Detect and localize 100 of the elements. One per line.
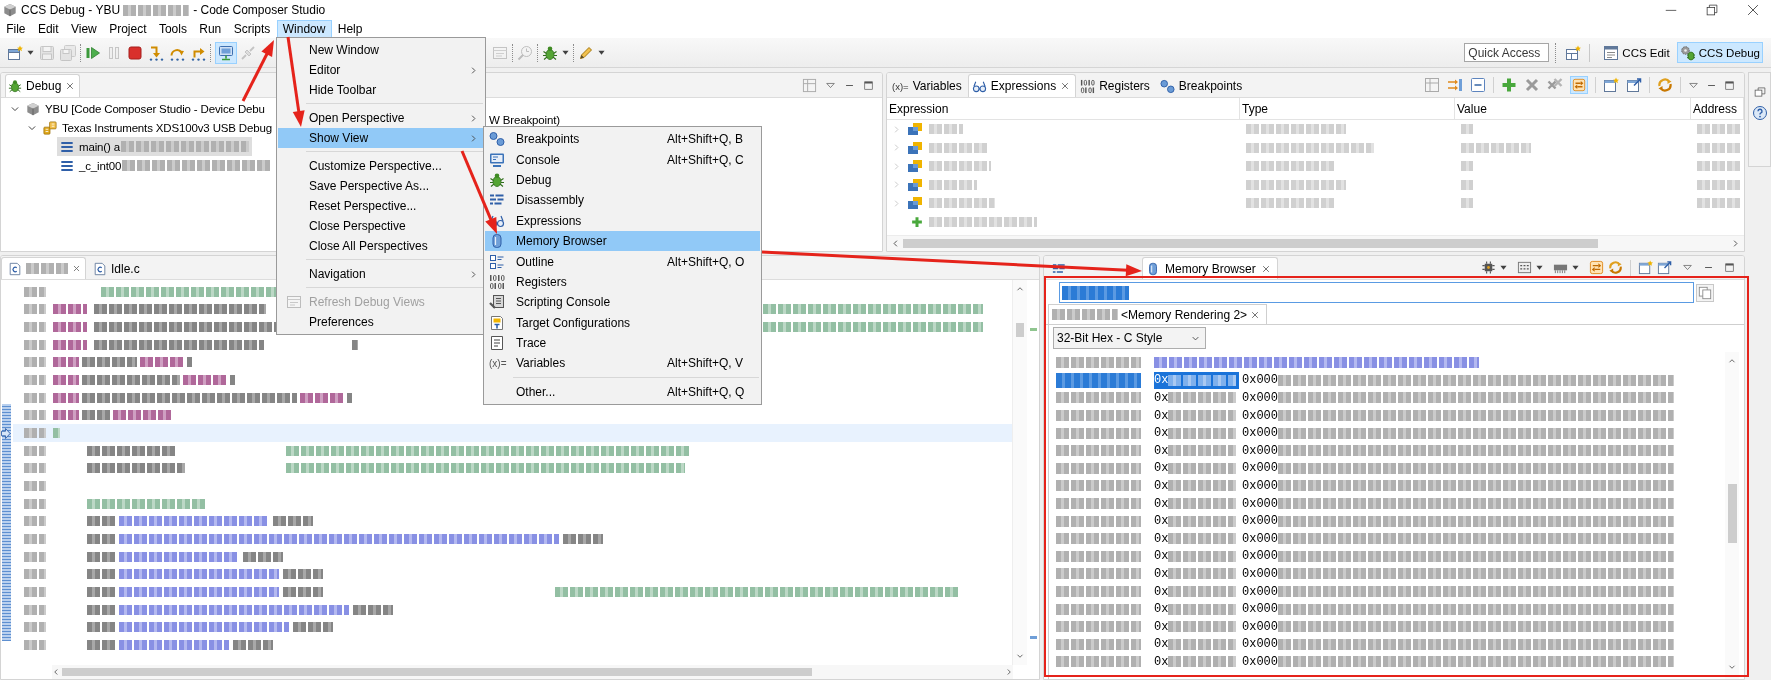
menu-item[interactable]: Preferences [278, 312, 484, 332]
window-star-icon[interactable] [1565, 44, 1582, 61]
chevron-down-icon[interactable] [1016, 652, 1024, 660]
chevron-up-icon[interactable] [1728, 357, 1736, 365]
view-tab[interactable]: Registers [1076, 74, 1156, 97]
menu-item[interactable]: Scripting Console [485, 292, 760, 313]
tree-item[interactable]: YBU [Code Composer Studio - Device Debu [23, 99, 268, 118]
memory-cell[interactable]: 0x000 [1242, 407, 1674, 425]
menu-item[interactable]: Help [331, 20, 369, 38]
menu-item[interactable]: Tools [152, 20, 194, 38]
perspective-button[interactable]: CCS Edit [1600, 42, 1673, 63]
memory-cell[interactable]: 0x [1154, 389, 1239, 407]
maximize-icon[interactable] [1724, 262, 1735, 273]
menu-item[interactable]: Console Alt+Shift+Q, C [485, 149, 760, 170]
menu-item[interactable]: Hide Toolbar [278, 80, 484, 100]
triangle-icon[interactable] [1682, 262, 1693, 273]
memory-cell[interactable]: 0x000 [1242, 442, 1674, 460]
memory-cell[interactable]: 0x [1154, 512, 1239, 530]
menu-item[interactable]: Target Configurations [485, 312, 760, 333]
close-icon[interactable] [1060, 81, 1071, 91]
tool-button[interactable] [127, 44, 143, 61]
menu-item[interactable]: Navigation [278, 264, 484, 284]
tree-item[interactable]: Texas Instruments XDS100v3 USB Debug [40, 118, 275, 137]
menu-item[interactable]: Breakpoints Alt+Shift+Q, B [485, 129, 760, 150]
memory-cell[interactable]: 0x000 [1242, 459, 1674, 477]
memory-cell[interactable]: 0x000 [1242, 565, 1674, 583]
maximize-icon[interactable] [1724, 79, 1735, 91]
column-header[interactable]: Type [1240, 98, 1455, 120]
menu-item[interactable]: Other... Alt+Shift+Q, Q [485, 381, 760, 403]
memory-cell[interactable]: 0x [1154, 424, 1239, 442]
memory-cell[interactable]: 0x000 [1242, 424, 1674, 442]
menu-item[interactable]: New Window [278, 40, 484, 60]
memory-cell[interactable]: 0x [1154, 530, 1239, 548]
menu-item[interactable]: Close Perspective [278, 216, 484, 236]
memory-cell[interactable]: 0x000 [1242, 477, 1674, 495]
caret-icon[interactable] [1572, 264, 1579, 271]
maximize-icon[interactable] [863, 79, 874, 91]
menu-item[interactable]: Save Perspective As... [278, 176, 484, 196]
menu-item[interactable]: Registers [485, 271, 760, 293]
arrows-box-icon[interactable] [1570, 76, 1588, 94]
chevron-left-icon[interactable] [52, 668, 60, 676]
menu-item[interactable]: Run [193, 20, 228, 38]
menu-item[interactable]: Memory Browser [485, 230, 760, 252]
grid-icon[interactable] [1424, 77, 1440, 93]
memory-cell[interactable]: 0x000 [1242, 512, 1674, 530]
tool-button[interactable] [578, 44, 605, 61]
scrollbar-thumb[interactable] [62, 668, 812, 676]
format-dropdown[interactable]: 32-Bit Hex - C Style [1053, 327, 1206, 349]
memory-cell[interactable]: 0x000 [1242, 547, 1674, 565]
memory-cell[interactable]: 0x [1154, 477, 1239, 495]
tree-item[interactable]: main() a [57, 137, 252, 156]
memory-cell[interactable]: 0x [1154, 600, 1239, 618]
plus-icon[interactable] [911, 215, 923, 228]
circular-arrows-icon[interactable] [1657, 77, 1673, 93]
arrows-icon[interactable] [1447, 77, 1463, 93]
chip-icon[interactable] [1481, 260, 1496, 275]
scrollbar-thumb[interactable] [903, 239, 1598, 248]
editor-tab[interactable] [1, 257, 86, 279]
memory-cell[interactable]: 0x [1154, 653, 1239, 671]
help-icon[interactable] [1751, 105, 1768, 121]
close-icon[interactable] [72, 264, 81, 273]
menu-item[interactable]: Debug [485, 169, 760, 191]
circular-arrows-icon[interactable] [1608, 260, 1623, 275]
chevron-right-icon[interactable] [1005, 668, 1013, 676]
menu-item[interactable]: Open Perspective [278, 108, 484, 128]
rendering-tab[interactable]: <Memory Rendering 2> [1048, 304, 1268, 324]
memory-card-icon[interactable] [1517, 260, 1532, 275]
menu-item[interactable]: Reset Perspective... [278, 196, 484, 216]
menu-item[interactable]: Customize Perspective... [278, 156, 484, 176]
chevron-left-icon[interactable] [891, 239, 900, 248]
close-icon[interactable] [1250, 309, 1261, 320]
chevron-down-icon[interactable] [1728, 663, 1736, 671]
column-header[interactable]: Expression [887, 98, 1240, 120]
scrollbar-thumb[interactable] [1727, 484, 1737, 543]
chevron-up-icon[interactable] [1016, 285, 1024, 293]
caret-icon[interactable] [1500, 264, 1507, 271]
memory-cell[interactable]: 0x [1154, 618, 1239, 636]
menu-item[interactable]: Disassembly [485, 190, 760, 211]
menu-item[interactable]: File [0, 20, 32, 38]
editor-tab[interactable]: Idle.c [86, 257, 145, 279]
menu-item[interactable]: Project [102, 20, 153, 38]
view-tab[interactable]: Breakpoints [1155, 74, 1249, 97]
memory-cell[interactable]: 0x [1154, 495, 1239, 513]
view-tab[interactable]: Expressions [967, 74, 1077, 97]
tool-button[interactable] [542, 44, 569, 61]
tree-item[interactable]: _c_int00 [57, 156, 274, 175]
menu-item[interactable]: Outline Alt+Shift+Q, O [485, 251, 760, 272]
memory-cell[interactable]: 0x [1154, 565, 1239, 583]
menu-item[interactable]: Show View [278, 128, 484, 148]
menu-item[interactable]: Window [276, 20, 332, 38]
cross-icon[interactable] [1524, 77, 1540, 93]
memory-cell[interactable]: 0x [1154, 407, 1239, 425]
memory-cell[interactable]: 0x [1154, 583, 1239, 600]
memory-cell[interactable]: 0x000 [1242, 530, 1674, 548]
scrollbar-thumb[interactable] [1016, 323, 1024, 337]
close-icon[interactable] [65, 81, 76, 91]
memory-cell[interactable]: 0x000 [1242, 583, 1674, 600]
tool-button[interactable] [148, 44, 164, 61]
memory-cell[interactable]: 0x000 [1242, 618, 1674, 636]
menu-item[interactable]: Scripts [227, 20, 277, 38]
